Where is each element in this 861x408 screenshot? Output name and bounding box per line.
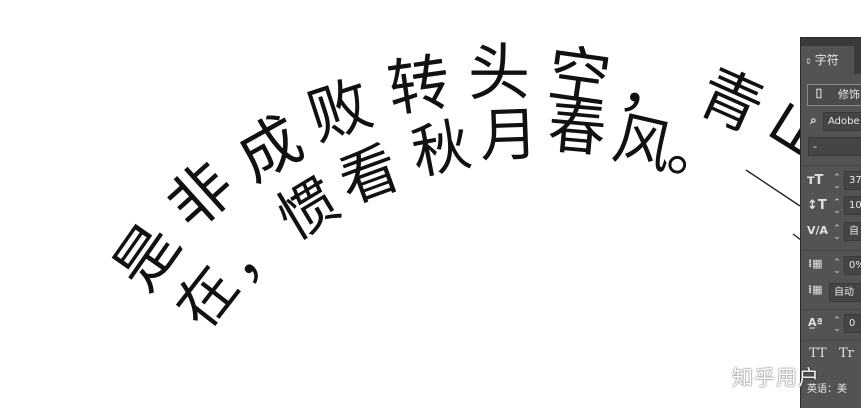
leading-value: 10	[849, 200, 861, 211]
all-caps-button[interactable]: TT	[809, 346, 827, 361]
font-weight-value: -	[813, 140, 817, 153]
divider	[805, 250, 861, 251]
panel-tab-bar	[801, 38, 861, 46]
font-style-label: 修饰	[838, 88, 860, 101]
tracking-value: 自	[849, 226, 859, 237]
scale-stepper-icon[interactable]: ⌃ ⌄	[833, 259, 841, 276]
search-icon: ⌕	[810, 113, 817, 127]
tab-character-label: 字符	[814, 53, 839, 67]
arc-line1-glyph-4: 转	[383, 45, 455, 126]
collapse-icon[interactable]: ⇕	[805, 57, 812, 66]
tab-gap	[854, 46, 861, 74]
watermark-text: 知乎用户	[732, 366, 820, 390]
arc-line2-glyph-4: 秋	[406, 110, 476, 188]
divider	[805, 165, 861, 166]
document-canvas[interactable]: 是 非 成 败 转 头 空 ， 青 山 在 ， 惯 看 秋 月 春 风 。	[0, 0, 861, 407]
baseline-shift-stepper-icon[interactable]: ⌃ ⌄	[833, 317, 841, 334]
aki-field[interactable]: 自动	[829, 283, 861, 302]
leading-icon: ↕T	[807, 198, 827, 213]
scale-value: 0%	[849, 260, 861, 271]
baseline-shift-field[interactable]: 0	[844, 314, 861, 333]
tab-character[interactable]: ⇕ 字符	[801, 46, 853, 74]
leading-stepper-icon[interactable]: ⌃ ⌄	[833, 199, 841, 216]
aki-icon: ⁞▦	[808, 283, 823, 296]
tracking-stepper-icon[interactable]: ⌃ ⌄	[833, 225, 841, 242]
font-family-value: Adobe	[828, 116, 860, 127]
font-weight-field[interactable]: -	[808, 137, 861, 156]
tracking-icon: V/A	[807, 224, 829, 237]
font-family-field[interactable]: Adobe	[823, 112, 861, 131]
character-panel: ⇕ 字符 修饰 ⌷ ⌕ Adobe - ᴛT ⌃ ⌄ 37 ↕T ⌃ ⌄ 10 V/A…	[800, 37, 861, 408]
divider	[805, 309, 861, 310]
character-scale-icon: ⁞▦	[808, 257, 823, 270]
baseline-shift-icon: A̲ª	[808, 316, 823, 329]
scale-field[interactable]: 0%	[844, 256, 861, 275]
arc-line2-glyph-5: 月	[478, 100, 540, 170]
font-size-field[interactable]: 37	[844, 171, 861, 190]
leading-field[interactable]: 10	[844, 196, 861, 215]
type-frame-icon: ⌷	[815, 87, 823, 102]
baseline-shift-value: 0	[849, 318, 856, 329]
font-size-icon: ᴛT	[807, 173, 824, 188]
arc-line2-glyph-6: 春	[545, 92, 609, 166]
font-size-value: 37	[849, 175, 861, 186]
divider	[805, 340, 861, 341]
tracking-field[interactable]: 自	[844, 222, 861, 241]
small-caps-button[interactable]: Tr	[839, 346, 854, 361]
arc-line1-glyph-5: 头	[468, 36, 531, 109]
text-path-segment-1	[745, 169, 801, 207]
aki-value: 自动	[834, 287, 854, 298]
font-size-stepper-icon[interactable]: ⌃ ⌄	[833, 174, 841, 191]
